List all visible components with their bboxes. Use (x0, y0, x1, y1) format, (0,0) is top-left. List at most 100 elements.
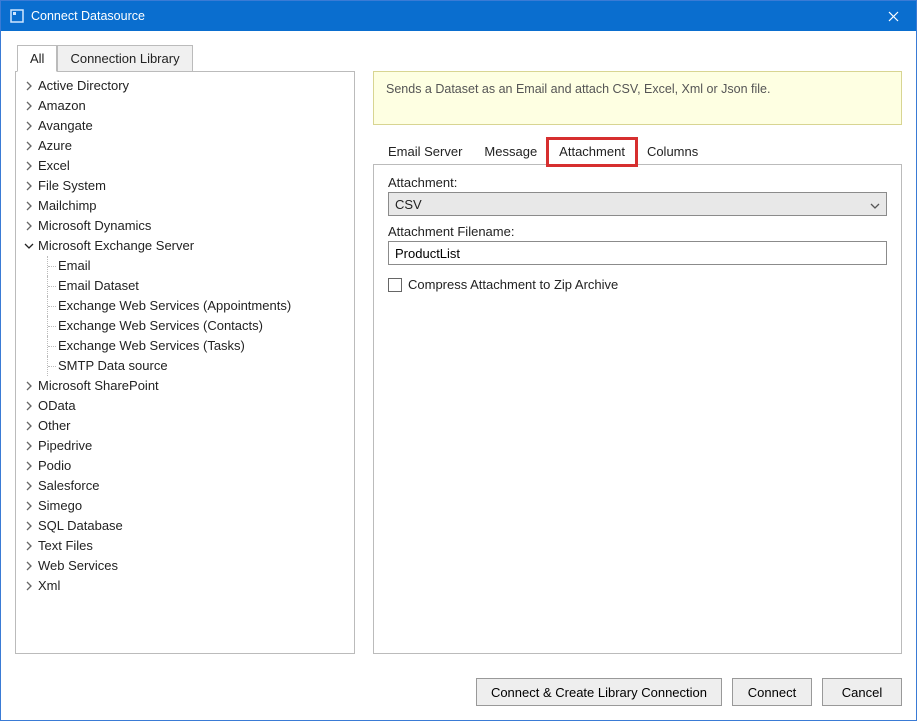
chevron-right-icon[interactable] (22, 459, 36, 473)
tree-child-label: SMTP Data source (58, 356, 168, 376)
tree-child-label: Exchange Web Services (Contacts) (58, 316, 263, 336)
chevron-right-icon[interactable] (22, 539, 36, 553)
tree-item-label: Web Services (38, 556, 118, 576)
main-tab-connection-library[interactable]: Connection Library (57, 45, 192, 72)
chevron-right-icon[interactable] (22, 499, 36, 513)
tree-item-label: Avangate (38, 116, 93, 136)
main-tab-strip: All Connection Library (17, 45, 902, 72)
tree-child-item[interactable]: Exchange Web Services (Appointments) (58, 296, 354, 316)
tree-item-label: Microsoft Dynamics (38, 216, 151, 236)
compress-checkbox-row[interactable]: Compress Attachment to Zip Archive (388, 277, 887, 292)
chevron-right-icon[interactable] (22, 439, 36, 453)
tree-item-label: Pipedrive (38, 436, 92, 456)
tree-item-label: Microsoft SharePoint (38, 376, 159, 396)
tree-child-label: Email Dataset (58, 276, 139, 296)
tree-item[interactable]: Microsoft SharePoint (22, 376, 354, 396)
tree-item-label: Other (38, 416, 71, 436)
tree-item-label: OData (38, 396, 76, 416)
tree-item-label: Mailchimp (38, 196, 97, 216)
tree-item[interactable]: Other (22, 416, 354, 436)
chevron-right-icon[interactable] (22, 199, 36, 213)
chevron-right-icon[interactable] (22, 99, 36, 113)
filename-input[interactable] (388, 241, 887, 265)
dialog-window: Connect Datasource All Connection Librar… (0, 0, 917, 721)
chevron-right-icon[interactable] (22, 479, 36, 493)
tree-item[interactable]: File System (22, 176, 354, 196)
attachment-select[interactable]: CSV (388, 192, 887, 216)
chevron-right-icon[interactable] (22, 179, 36, 193)
sub-tab-strip: Email Server Message Attachment Columns (377, 139, 902, 165)
datasource-tree[interactable]: Active DirectoryAmazonAvangateAzureExcel… (15, 71, 355, 654)
tree-item-label: Excel (38, 156, 70, 176)
tree-item-label: Xml (38, 576, 60, 596)
tree-item[interactable]: OData (22, 396, 354, 416)
main-tab-all[interactable]: All (17, 45, 57, 72)
tree-item-label: SQL Database (38, 516, 123, 536)
cancel-button[interactable]: Cancel (822, 678, 902, 706)
tree-item[interactable]: Xml (22, 576, 354, 596)
filename-label: Attachment Filename: (388, 224, 887, 239)
chevron-right-icon[interactable] (22, 79, 36, 93)
tree-item-label: File System (38, 176, 106, 196)
chevron-right-icon[interactable] (22, 219, 36, 233)
tree-child-item[interactable]: SMTP Data source (58, 356, 354, 376)
main-body: Active DirectoryAmazonAvangateAzureExcel… (15, 71, 902, 654)
connect-button[interactable]: Connect (732, 678, 812, 706)
window-title: Connect Datasource (31, 9, 870, 23)
tree-item-label: Microsoft Exchange Server (38, 236, 194, 256)
tree-item[interactable]: Avangate (22, 116, 354, 136)
tree-child-label: Exchange Web Services (Appointments) (58, 296, 291, 316)
content-area: All Connection Library Active DirectoryA… (1, 31, 916, 668)
close-button[interactable] (870, 1, 916, 31)
tree-item[interactable]: Microsoft Dynamics (22, 216, 354, 236)
sub-tab-message[interactable]: Message (473, 139, 548, 165)
chevron-right-icon[interactable] (22, 379, 36, 393)
titlebar: Connect Datasource (1, 1, 916, 31)
attachment-label: Attachment: (388, 175, 887, 190)
info-text: Sends a Dataset as an Email and attach C… (386, 82, 770, 96)
tree-item-label: Azure (38, 136, 72, 156)
tree-item[interactable]: Microsoft Exchange Server (22, 236, 354, 256)
tree-item-label: Active Directory (38, 76, 129, 96)
tree-item-label: Simego (38, 496, 82, 516)
tree-child-item[interactable]: Exchange Web Services (Contacts) (58, 316, 354, 336)
sub-tab-columns[interactable]: Columns (636, 139, 709, 165)
tree-item[interactable]: Active Directory (22, 76, 354, 96)
config-panel: Sends a Dataset as an Email and attach C… (373, 71, 902, 654)
chevron-down-icon (870, 197, 880, 212)
chevron-right-icon[interactable] (22, 139, 36, 153)
chevron-right-icon[interactable] (22, 159, 36, 173)
tree-child-item[interactable]: Exchange Web Services (Tasks) (58, 336, 354, 356)
tree-child-label: Exchange Web Services (Tasks) (58, 336, 245, 356)
sub-tab-attachment[interactable]: Attachment (548, 139, 636, 165)
chevron-right-icon[interactable] (22, 519, 36, 533)
chevron-right-icon[interactable] (22, 399, 36, 413)
tree-item[interactable]: Excel (22, 156, 354, 176)
tree-child-label: Email (58, 256, 91, 276)
tree-item[interactable]: SQL Database (22, 516, 354, 536)
chevron-right-icon[interactable] (22, 119, 36, 133)
tree-item[interactable]: Simego (22, 496, 354, 516)
tree-item-label: Podio (38, 456, 71, 476)
attachment-value: CSV (395, 197, 422, 212)
tree-item[interactable]: Text Files (22, 536, 354, 556)
chevron-right-icon[interactable] (22, 579, 36, 593)
chevron-down-icon[interactable] (22, 239, 36, 253)
chevron-right-icon[interactable] (22, 559, 36, 573)
sub-tab-email-server[interactable]: Email Server (377, 139, 473, 165)
tree-item[interactable]: Podio (22, 456, 354, 476)
compress-checkbox[interactable] (388, 278, 402, 292)
app-icon (9, 8, 25, 24)
tree-item[interactable]: Amazon (22, 96, 354, 116)
sub-tab-body: Attachment: CSV Attachment Filename: (373, 164, 902, 654)
tree-item[interactable]: Azure (22, 136, 354, 156)
tree-item-label: Amazon (38, 96, 86, 116)
tree-item[interactable]: Mailchimp (22, 196, 354, 216)
tree-item[interactable]: Web Services (22, 556, 354, 576)
tree-child-item[interactable]: Email Dataset (58, 276, 354, 296)
tree-child-item[interactable]: Email (58, 256, 354, 276)
connect-create-library-button[interactable]: Connect & Create Library Connection (476, 678, 722, 706)
chevron-right-icon[interactable] (22, 419, 36, 433)
tree-item[interactable]: Pipedrive (22, 436, 354, 456)
tree-item[interactable]: Salesforce (22, 476, 354, 496)
